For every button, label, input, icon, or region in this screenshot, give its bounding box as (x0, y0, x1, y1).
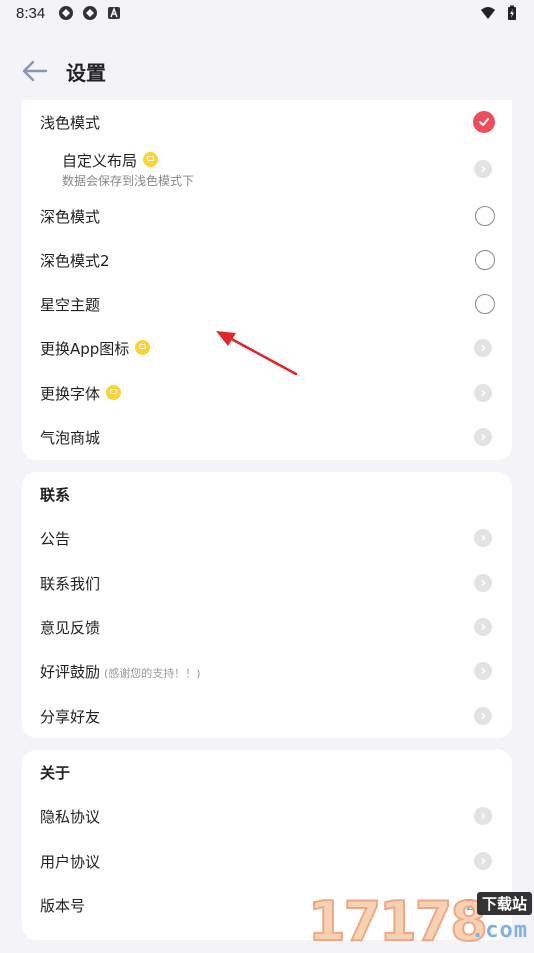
custom-layout-label: 自定义布局 (62, 150, 159, 171)
rate-app-row[interactable]: 好评鼓励 (感谢您的支持！！) (22, 649, 512, 693)
chevron-right-icon (474, 662, 492, 680)
premium-badge-icon (135, 339, 151, 355)
theme-dark2-label: 深色模式2 (40, 251, 110, 270)
header: 设置 (0, 48, 534, 94)
announcement-row[interactable]: 公告 (22, 516, 512, 560)
share-friends-label: 分享好友 (40, 707, 101, 726)
app-notification-icon (59, 6, 73, 20)
version-label: 版本号 (40, 896, 86, 915)
theme-light-option[interactable]: 浅色模式 (22, 100, 512, 144)
watermark-domain: .com (471, 918, 528, 943)
checkmark-icon[interactable] (473, 111, 495, 133)
chevron-right-icon (474, 807, 492, 825)
chevron-right-icon (474, 618, 492, 636)
announcement-label: 公告 (40, 529, 71, 548)
about-section-header: 关于 (22, 750, 512, 794)
status-time: 8:34 (16, 5, 46, 22)
radio-unselected-icon[interactable] (475, 294, 495, 314)
theme-dark-label: 深色模式 (40, 207, 101, 226)
bubble-store-label: 气泡商城 (40, 428, 101, 447)
font-notification-icon (108, 7, 120, 19)
contact-card: 联系 公告 联系我们 意见反馈 好评鼓励 (感谢您的支持！！) 分享好友 (22, 472, 512, 738)
bubble-store-row[interactable]: 气泡商城 (22, 415, 512, 459)
chevron-right-icon (474, 339, 492, 357)
change-app-icon-text: 更换App图标 (40, 339, 130, 358)
change-font-row[interactable]: 更换字体 (22, 371, 512, 415)
status-bar: 8:34 (0, 0, 534, 28)
change-app-icon-label: 更换App图标 (40, 338, 151, 359)
chevron-right-icon (474, 707, 492, 725)
back-arrow-icon[interactable] (20, 56, 50, 86)
theme-starry-label: 星空主题 (40, 295, 101, 314)
rate-app-text: 好评鼓励 (40, 662, 101, 681)
premium-badge-icon (143, 152, 159, 167)
chevron-right-icon (474, 428, 492, 446)
contact-section-header: 联系 (22, 472, 512, 516)
chevron-right-icon (474, 160, 492, 178)
change-app-icon-row[interactable]: 更换App图标 (22, 326, 512, 370)
contact-us-label: 联系我们 (40, 574, 101, 593)
theme-dark2-option[interactable]: 深色模式2 (22, 238, 512, 282)
custom-layout-text: 自定义布局 (62, 152, 138, 170)
change-font-label: 更换字体 (40, 383, 122, 404)
theme-dark-option[interactable]: 深色模式 (22, 194, 512, 238)
chevron-right-icon (474, 529, 492, 547)
wifi-icon (481, 7, 495, 19)
about-section-title: 关于 (40, 763, 71, 782)
premium-badge-icon (106, 384, 122, 400)
custom-layout-row[interactable]: 自定义布局 数据会保存到浅色模式下 (22, 144, 512, 194)
theme-light-label: 浅色模式 (40, 113, 101, 132)
contact-section-title: 联系 (40, 485, 71, 504)
rate-app-label: 好评鼓励 (感谢您的支持！！) (40, 661, 201, 682)
page-title: 设置 (66, 61, 106, 85)
privacy-policy-label: 隐私协议 (40, 807, 101, 826)
chevron-right-icon (474, 852, 492, 870)
site-watermark: 17178 下载站 .com (307, 888, 534, 953)
contact-us-row[interactable]: 联系我们 (22, 561, 512, 605)
privacy-policy-row[interactable]: 隐私协议 (22, 794, 512, 838)
user-agreement-row[interactable]: 用户协议 (22, 839, 512, 883)
watermark-digits: 17178 (307, 889, 489, 953)
share-friends-row[interactable]: 分享好友 (22, 694, 512, 738)
theme-settings-card: 浅色模式 自定义布局 数据会保存到浅色模式下 深色模式 深色模式2 星空主题 更… (22, 100, 512, 460)
watermark-badge: 下载站 (476, 892, 532, 915)
battery-charging-icon (508, 5, 516, 20)
chevron-right-icon (474, 384, 492, 402)
feedback-row[interactable]: 意见反馈 (22, 605, 512, 649)
feedback-label: 意见反馈 (40, 618, 101, 637)
user-agreement-label: 用户协议 (40, 852, 101, 871)
change-font-text: 更换字体 (40, 384, 101, 403)
custom-layout-subtext: 数据会保存到浅色模式下 (62, 174, 195, 188)
radio-unselected-icon[interactable] (475, 206, 495, 226)
theme-starry-option[interactable]: 星空主题 (22, 282, 512, 326)
app-notification-icon (83, 6, 97, 20)
radio-unselected-icon[interactable] (475, 250, 495, 270)
chevron-right-icon (474, 574, 492, 592)
rate-app-note: (感谢您的支持！！) (104, 666, 201, 680)
